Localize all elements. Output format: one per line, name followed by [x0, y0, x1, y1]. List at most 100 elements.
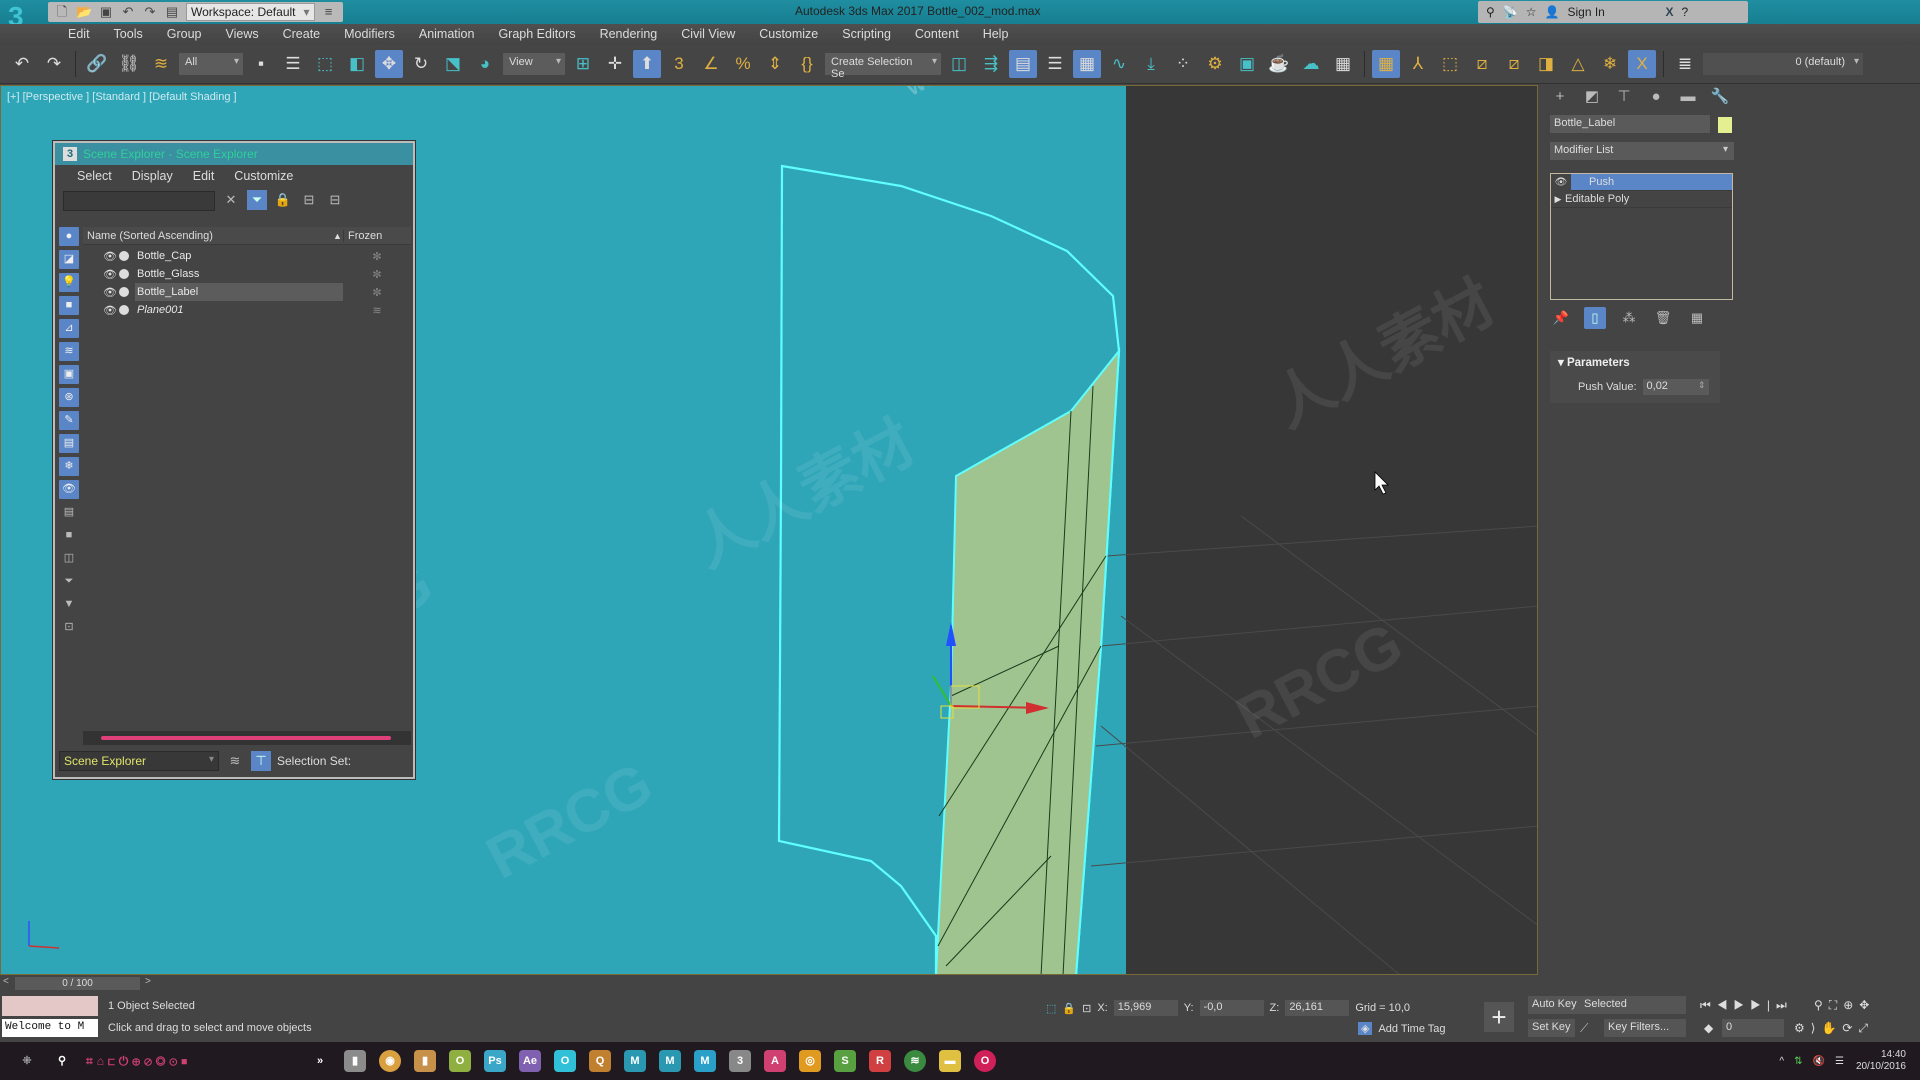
frozen-snowflake-icon[interactable]: ✼	[343, 268, 411, 281]
menu-civil-view[interactable]: Civil View	[669, 27, 747, 41]
prev-frame-button[interactable]: <	[3, 976, 9, 987]
filter-hidden-icon[interactable]: 👁	[59, 480, 79, 499]
select-by-name-icon[interactable]: ☰	[279, 50, 307, 78]
taskbar-app-3[interactable]: O	[449, 1050, 471, 1072]
modify-tab-icon[interactable]: ◩	[1582, 87, 1602, 107]
snap-face-icon[interactable]: ⧄	[1500, 50, 1528, 78]
y-coordinate-field[interactable]: -0,0	[1199, 1000, 1264, 1016]
undo-icon[interactable]: ↶	[120, 4, 136, 20]
container-icon[interactable]: ⊡	[59, 618, 79, 637]
frozen-snowflake-icon[interactable]: ✼	[343, 250, 411, 263]
visibility-eye-icon[interactable]: 👁	[103, 304, 117, 317]
menu-animation[interactable]: Animation	[407, 27, 487, 41]
viewport-navigation-controls[interactable]: ⚲⛶⊕✥	[1814, 998, 1875, 1013]
tray-chevron-icon[interactable]: ^	[1779, 1056, 1784, 1067]
scene-object-row[interactable]: 👁 Bottle_Glass ✼	[83, 265, 411, 283]
taskbar-app-16[interactable]: ≋	[904, 1050, 926, 1072]
more-icons-chevron[interactable]: »	[309, 1050, 331, 1072]
taskbar-app-17[interactable]: ▬	[939, 1050, 961, 1072]
absolute-mode-icon[interactable]: ⊡	[1082, 1002, 1091, 1015]
taskbar-app-11[interactable]: 3	[729, 1050, 751, 1072]
se-menu-customize[interactable]: Customize	[224, 167, 303, 187]
taskbar-app-5[interactable]: Ae	[519, 1050, 541, 1072]
filter-toggle-icon[interactable]: ▼	[59, 595, 79, 614]
snap-bounding-box-icon[interactable]: ◨	[1532, 50, 1560, 78]
filter-frozen-icon[interactable]: ❄	[59, 457, 79, 476]
snap-pivot-icon[interactable]: ⅄	[1404, 50, 1432, 78]
layer-dropdown[interactable]: 0 (default)	[1703, 52, 1863, 75]
taskbar-app-13[interactable]: ◎	[799, 1050, 821, 1072]
hierarchy-collapse-icon[interactable]: ⊟	[325, 190, 345, 210]
default-tangent-icon[interactable]: ⟋	[1580, 1021, 1588, 1036]
x-coordinate-field[interactable]: 15,969	[1113, 1000, 1178, 1016]
quick-launch-icons[interactable]: ⌗⌂⊏⏻⊕⊘◎⊙⏹	[86, 1050, 296, 1072]
taskbar-app-1[interactable]: ◉	[379, 1050, 401, 1072]
z-coordinate-field[interactable]: 26,161	[1285, 1000, 1350, 1016]
open-file-icon[interactable]: 📂	[76, 4, 92, 20]
menu-customize[interactable]: Customize	[747, 27, 830, 41]
align-icon[interactable]: ⇶	[977, 50, 1005, 78]
menu-graph-editors[interactable]: Graph Editors	[486, 27, 587, 41]
taskbar-app-7[interactable]: Q	[589, 1050, 611, 1072]
taskbar-app-8[interactable]: M	[624, 1050, 646, 1072]
visibility-eye-icon[interactable]: 👁	[103, 286, 117, 299]
display-none-icon[interactable]: ■	[59, 526, 79, 545]
link-icon[interactable]: 🔗	[83, 50, 111, 78]
taskbar-app-4[interactable]: Ps	[484, 1050, 506, 1072]
se-menu-display[interactable]: Display	[122, 167, 183, 187]
remove-modifier-trash-icon[interactable]: 🗑	[1652, 307, 1674, 329]
display-all-icon[interactable]: ▤	[59, 503, 79, 522]
menu-help[interactable]: Help	[971, 27, 1021, 41]
volume-icon[interactable]: 🔇	[1813, 1056, 1825, 1067]
filter-geometry-icon[interactable]: ●	[59, 227, 79, 246]
rectangular-selection-icon[interactable]: ⬚	[311, 50, 339, 78]
taskbar-app-9[interactable]: M	[659, 1050, 681, 1072]
add-time-tag[interactable]: ◈ Add Time Tag	[1358, 1022, 1446, 1035]
new-file-icon[interactable]: 🗋	[54, 4, 70, 20]
edit-named-selections-icon[interactable]: {}	[793, 50, 821, 78]
snap-vertex-icon[interactable]: ⬚	[1436, 50, 1464, 78]
layer-explorer-icon[interactable]: ☰	[1041, 50, 1069, 78]
select-manipulate-icon[interactable]: ✛	[601, 50, 629, 78]
taskbar-app-6[interactable]: O	[554, 1050, 576, 1072]
sort-by-layer-icon[interactable]: ≋	[225, 751, 245, 771]
make-unique-icon[interactable]: ⁂	[1618, 307, 1640, 329]
select-and-scale-icon[interactable]: ⬔	[439, 50, 467, 78]
system-clock[interactable]: 14:40 20/10/2016	[1856, 1049, 1906, 1073]
mirror-icon[interactable]: ◫	[945, 50, 973, 78]
snap-perpendicular-icon[interactable]: △	[1564, 50, 1592, 78]
help-icon[interactable]: ?	[1681, 5, 1688, 19]
menu-group[interactable]: Group	[155, 27, 214, 41]
selection-lock-icon[interactable]: 🔒	[1062, 1002, 1076, 1015]
playback-controls[interactable]: ⏮◀▶▶|⏭	[1700, 998, 1793, 1013]
frozen-snowflake-icon[interactable]: ✼	[343, 286, 411, 299]
filter-xrefs-icon[interactable]: ⊛	[59, 388, 79, 407]
modifier-toggle-eye-icon[interactable]: 👁	[1551, 173, 1571, 191]
render-production-icon[interactable]: ☕	[1265, 50, 1293, 78]
menu-tools[interactable]: Tools	[102, 27, 155, 41]
taskbar-app-15[interactable]: R	[869, 1050, 891, 1072]
modifier-stack-item[interactable]: 👁 Push	[1551, 173, 1732, 191]
maxscript-listener-output[interactable]	[2, 996, 98, 1016]
select-object-icon[interactable]: ▪	[247, 50, 275, 78]
select-and-rotate-icon[interactable]: ↻	[407, 50, 435, 78]
spinner-snap-icon[interactable]: ⇕	[761, 50, 789, 78]
viewport-label-menu[interactable]: [+] [Perspective ] [Standard ] [Default …	[7, 91, 237, 103]
auto-key-button[interactable]: Auto Key	[1528, 996, 1581, 1014]
key-mode-icon[interactable]: ◆	[1704, 1021, 1713, 1035]
render-setup-icon[interactable]: ⚙	[1201, 50, 1229, 78]
curve-editor-icon[interactable]: ∿	[1105, 50, 1133, 78]
scene-explorer-search-input[interactable]	[63, 191, 215, 211]
redo-icon[interactable]: ↷	[40, 50, 68, 78]
modifier-list-dropdown[interactable]: Modifier List	[1550, 142, 1734, 160]
horizontal-scroll-thumb[interactable]	[101, 736, 391, 740]
ribbon-toggle-icon[interactable]: ▦	[1073, 49, 1101, 78]
scene-explorer-toggle-icon[interactable]: ▤	[1009, 49, 1037, 78]
show-end-result-icon[interactable]: ▯	[1584, 307, 1606, 329]
menu-modifiers[interactable]: Modifiers	[332, 27, 407, 41]
taskbar-app-2[interactable]: ▮	[414, 1050, 436, 1072]
communication-center-icon[interactable]: 📡	[1503, 5, 1518, 19]
selected-dropdown[interactable]: Selected	[1580, 996, 1686, 1014]
menu-scripting[interactable]: Scripting	[830, 27, 903, 41]
lock-icon[interactable]: 🔒	[273, 190, 293, 210]
